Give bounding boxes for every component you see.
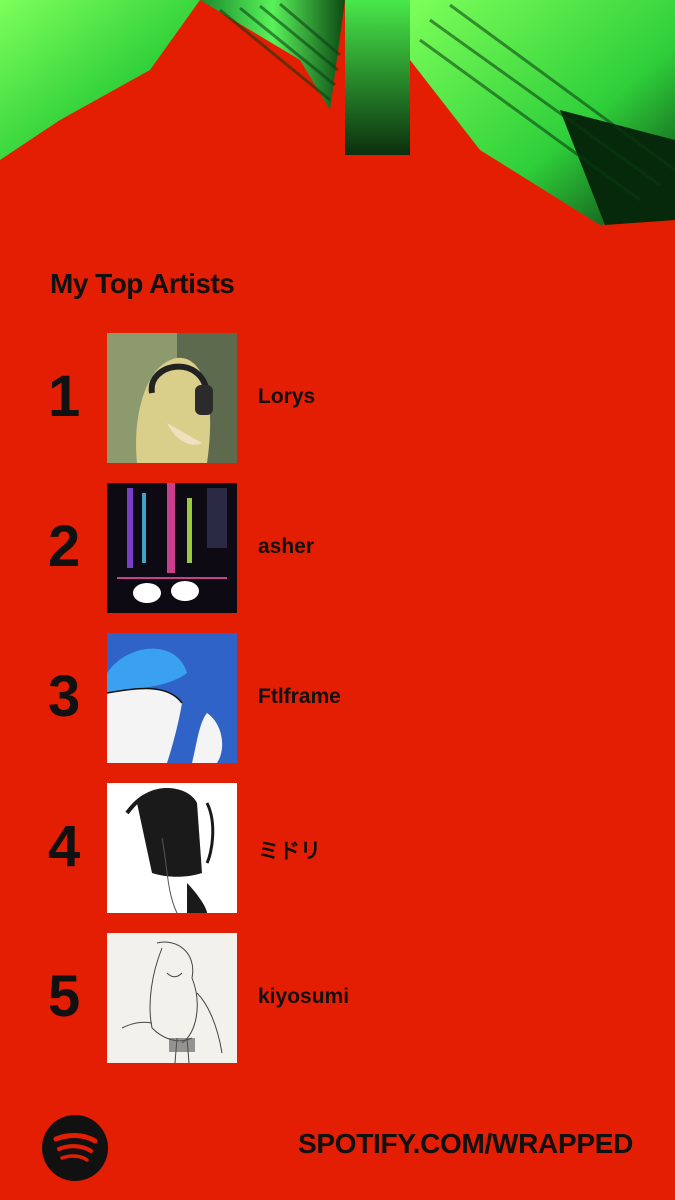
artist-image bbox=[107, 783, 237, 913]
artist-name: ミドリ bbox=[258, 840, 321, 863]
artist-image bbox=[107, 933, 237, 1063]
header-graphic bbox=[0, 0, 675, 225]
artist-image bbox=[107, 633, 237, 763]
artist-image bbox=[107, 483, 237, 613]
artist-row-4[interactable]: 4 ミドリ bbox=[0, 783, 675, 913]
artist-row-3[interactable]: 3 Ftlframe bbox=[0, 633, 675, 763]
artist-row-2[interactable]: 2 asher bbox=[0, 483, 675, 613]
artist-row-5[interactable]: 5 kiyosumi bbox=[0, 933, 675, 1063]
artist-row-1[interactable]: 1 Lorys bbox=[0, 333, 675, 463]
footer-url[interactable]: SPOTIFY.COM/WRAPPED bbox=[298, 1128, 633, 1160]
artist-rank: 3 bbox=[48, 664, 81, 729]
artist-name: asher bbox=[258, 535, 315, 558]
artist-rank: 1 bbox=[48, 364, 81, 429]
artist-rank: 2 bbox=[48, 514, 81, 579]
page-title: My Top Artists bbox=[50, 268, 235, 299]
artist-rank: 5 bbox=[48, 964, 81, 1029]
artist-name: kiyosumi bbox=[258, 985, 350, 1008]
artist-image bbox=[107, 333, 237, 463]
artist-name: Lorys bbox=[258, 385, 316, 408]
artist-name: Ftlframe bbox=[258, 685, 341, 708]
spotify-logo-icon bbox=[42, 1115, 108, 1181]
artist-rank: 4 bbox=[48, 814, 81, 879]
